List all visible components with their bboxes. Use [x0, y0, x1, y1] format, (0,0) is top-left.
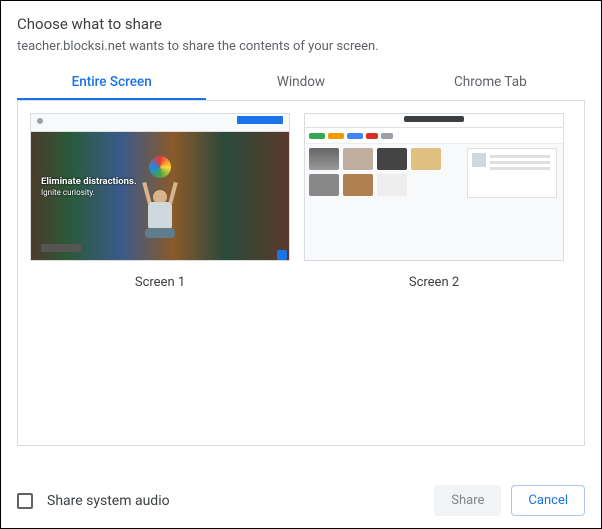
tab-entire-screen[interactable]: Entire Screen [17, 64, 206, 100]
option-screen-2-label: Screen 2 [409, 275, 459, 290]
thumb-screen-1: Eliminate distractions. Ignite curiosity… [30, 113, 290, 261]
thumb-screen-2 [304, 113, 564, 261]
option-screen-1-label: Screen 1 [135, 275, 185, 290]
option-screen-1[interactable]: Eliminate distractions. Ignite curiosity… [30, 113, 290, 290]
option-screen-2[interactable]: Screen 2 [304, 113, 564, 290]
source-tabs: Entire Screen Window Chrome Tab [17, 64, 585, 101]
share-button[interactable]: Share [434, 485, 501, 516]
action-buttons: Share Cancel [434, 485, 585, 516]
tab-chrome-tab[interactable]: Chrome Tab [396, 64, 585, 100]
options-panel: Eliminate distractions. Ignite curiosity… [17, 101, 585, 446]
checkbox-icon[interactable] [17, 493, 33, 509]
thumb1-headline: Eliminate distractions. [41, 176, 137, 187]
tab-window[interactable]: Window [206, 64, 395, 100]
dialog-title: Choose what to share [17, 15, 585, 33]
dialog-footer: Share system audio Share Cancel [17, 485, 585, 516]
share-system-audio-option[interactable]: Share system audio [17, 493, 170, 509]
share-system-audio-label: Share system audio [47, 493, 170, 509]
cancel-button[interactable]: Cancel [511, 485, 585, 516]
dialog-subtitle: teacher.blocksi.net wants to share the c… [17, 39, 585, 54]
thumb1-subline: Ignite curiosity. [41, 187, 137, 198]
